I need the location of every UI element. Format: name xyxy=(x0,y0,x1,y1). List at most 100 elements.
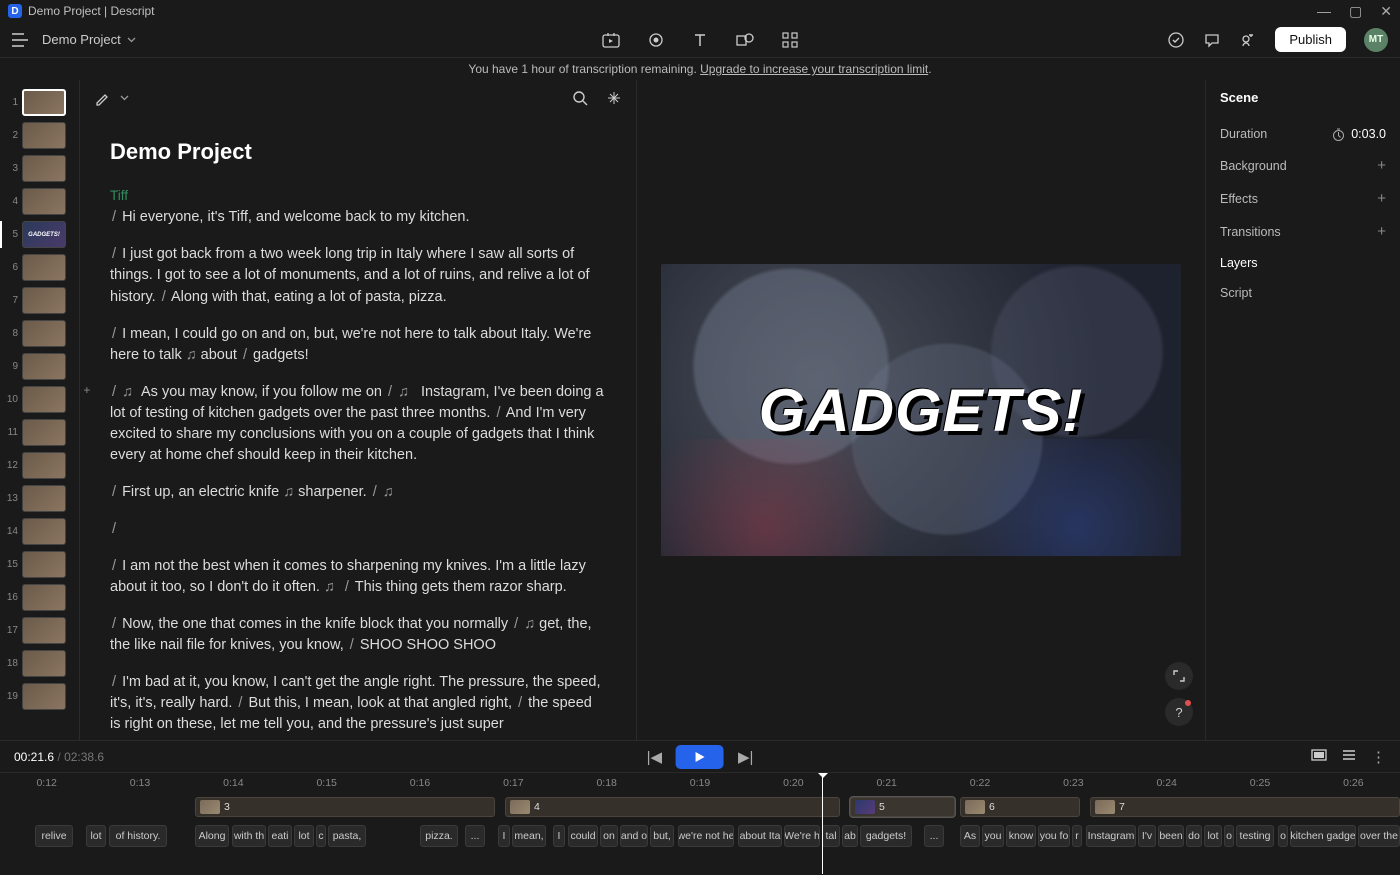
scene-thumb-4[interactable]: 4 xyxy=(0,185,79,218)
word-segment[interactable]: over the xyxy=(1358,825,1400,847)
word-segment[interactable]: mean, xyxy=(512,825,546,847)
word-segment[interactable]: relive xyxy=(35,825,73,847)
script-paragraph[interactable]: / I mean, I could go on and on, but, we'… xyxy=(110,324,606,366)
word-segment[interactable]: r xyxy=(1072,825,1082,847)
check-tool[interactable] xyxy=(1167,31,1185,49)
word-segment[interactable]: We're h xyxy=(784,825,820,847)
word-segment[interactable]: lot xyxy=(1204,825,1222,847)
prop-background[interactable]: Background+ xyxy=(1220,149,1386,182)
scene-thumb-12[interactable]: 12 xyxy=(0,449,79,482)
script-title[interactable]: Demo Project xyxy=(110,136,606,168)
word-segment[interactable]: I xyxy=(498,825,510,847)
word-segment[interactable]: of history. xyxy=(109,825,167,847)
media-tool[interactable] xyxy=(602,32,620,48)
word-segment[interactable]: about Ita xyxy=(738,825,782,847)
view-mode-1[interactable] xyxy=(1311,748,1327,766)
word-segment[interactable]: pasta, xyxy=(328,825,366,847)
word-track[interactable]: relivelotof history.Alongwith theatilotc… xyxy=(0,825,1400,851)
script-paragraph[interactable]: / First up, an electric knife ♫ sharpene… xyxy=(110,482,606,503)
view-mode-2[interactable] xyxy=(1341,748,1357,766)
prop-transitions[interactable]: Transitions+ xyxy=(1220,215,1386,248)
script-paragraph[interactable]: / I just got back from a two week long t… xyxy=(110,244,606,307)
plus-icon[interactable]: + xyxy=(1377,223,1386,240)
word-segment[interactable]: but, xyxy=(650,825,674,847)
shapes-tool[interactable] xyxy=(736,32,754,48)
scene-thumb-3[interactable]: 3 xyxy=(0,152,79,185)
timeline[interactable]: 0:120:130:140:150:160:170:180:190:200:21… xyxy=(0,772,1400,874)
clip-4[interactable]: 4 xyxy=(505,797,840,817)
word-segment[interactable]: pizza. xyxy=(420,825,458,847)
scene-thumb-13[interactable]: 13 xyxy=(0,482,79,515)
speaker-label[interactable]: Tiff xyxy=(110,186,606,206)
word-segment[interactable]: I'v xyxy=(1138,825,1156,847)
play-button[interactable] xyxy=(676,745,724,769)
prop-script[interactable]: Script xyxy=(1220,278,1386,308)
prop-duration[interactable]: Duration 0:03.0 xyxy=(1220,119,1386,149)
script-paragraph[interactable]: / Hi everyone, it's Tiff, and welcome ba… xyxy=(110,207,606,228)
menu-button[interactable] xyxy=(12,33,28,47)
word-segment[interactable]: ... xyxy=(924,825,944,847)
script-paragraph[interactable]: / I'm bad at it, you know, I can't get t… xyxy=(110,672,606,735)
word-segment[interactable]: I xyxy=(553,825,565,847)
clip-5[interactable]: 5 xyxy=(850,797,955,817)
scene-thumb-19[interactable]: 19 xyxy=(0,680,79,713)
word-segment[interactable]: could xyxy=(568,825,598,847)
maximize-button[interactable]: ▢ xyxy=(1349,3,1362,20)
project-dropdown[interactable]: Demo Project xyxy=(42,32,136,47)
word-segment[interactable]: As xyxy=(960,825,980,847)
script-paragraph[interactable]: /+ / ♫ As you may know, if you follow me… xyxy=(110,382,606,466)
playhead[interactable] xyxy=(822,773,823,874)
word-segment[interactable]: o xyxy=(1278,825,1288,847)
word-segment[interactable]: you xyxy=(982,825,1004,847)
word-segment[interactable]: on xyxy=(600,825,618,847)
word-segment[interactable]: eati xyxy=(268,825,292,847)
skip-back-button[interactable]: |◀ xyxy=(647,748,662,766)
search-icon[interactable] xyxy=(572,90,588,106)
word-segment[interactable]: ab xyxy=(842,825,858,847)
clip-3[interactable]: 3 xyxy=(195,797,495,817)
pen-tool[interactable] xyxy=(94,90,110,106)
more-menu[interactable]: ⋮ xyxy=(1371,748,1386,766)
word-segment[interactable]: Instagram xyxy=(1086,825,1136,847)
scene-thumb-5[interactable]: 5GADGETS! xyxy=(0,218,79,251)
scene-thumb-2[interactable]: 2 xyxy=(0,119,79,152)
script-paragraph[interactable]: / I am not the best when it comes to sha… xyxy=(110,556,606,598)
scene-thumb-10[interactable]: 10 xyxy=(0,383,79,416)
clip-6[interactable]: 6 xyxy=(960,797,1080,817)
scene-thumb-7[interactable]: 7 xyxy=(0,284,79,317)
word-segment[interactable]: kitchen gadge xyxy=(1290,825,1356,847)
help-button[interactable]: ? xyxy=(1165,698,1193,726)
minimize-button[interactable]: — xyxy=(1317,3,1331,20)
video-preview[interactable]: GADGETS! xyxy=(661,264,1181,556)
scene-thumb-17[interactable]: 17 xyxy=(0,614,79,647)
plus-icon[interactable]: + xyxy=(1377,190,1386,207)
script-paragraph[interactable]: / Now, the one that comes in the knife b… xyxy=(110,614,606,656)
word-segment[interactable]: testing xyxy=(1236,825,1274,847)
scene-thumb-15[interactable]: 15 xyxy=(0,548,79,581)
word-segment[interactable]: o xyxy=(1224,825,1234,847)
scene-thumb-16[interactable]: 16 xyxy=(0,581,79,614)
word-segment[interactable]: Along xyxy=(195,825,229,847)
scene-thumb-18[interactable]: 18 xyxy=(0,647,79,680)
comment-tool[interactable] xyxy=(1203,31,1221,49)
word-segment[interactable]: c xyxy=(316,825,326,847)
chevron-down-icon[interactable] xyxy=(120,95,129,101)
word-segment[interactable]: ... xyxy=(465,825,485,847)
upgrade-link[interactable]: Upgrade to increase your transcription l… xyxy=(700,62,928,76)
clip-7[interactable]: 7 xyxy=(1090,797,1400,817)
templates-tool[interactable] xyxy=(782,32,798,48)
scene-rail[interactable]: 12345GADGETS!678910111213141516171819 xyxy=(0,80,80,740)
scene-thumb-1[interactable]: 1 xyxy=(0,86,79,119)
prop-effects[interactable]: Effects+ xyxy=(1220,182,1386,215)
plus-icon[interactable]: + xyxy=(1377,157,1386,174)
script-paragraph[interactable]: / xyxy=(110,519,606,540)
word-segment[interactable]: you fo xyxy=(1038,825,1070,847)
skip-forward-button[interactable]: ▶| xyxy=(738,748,753,766)
share-tool[interactable] xyxy=(1239,31,1257,49)
word-segment[interactable]: lot xyxy=(86,825,106,847)
prop-layers[interactable]: Layers xyxy=(1220,248,1386,278)
record-tool[interactable] xyxy=(648,32,664,48)
text-tool[interactable] xyxy=(692,32,708,48)
scene-thumb-6[interactable]: 6 xyxy=(0,251,79,284)
word-segment[interactable]: do xyxy=(1186,825,1202,847)
